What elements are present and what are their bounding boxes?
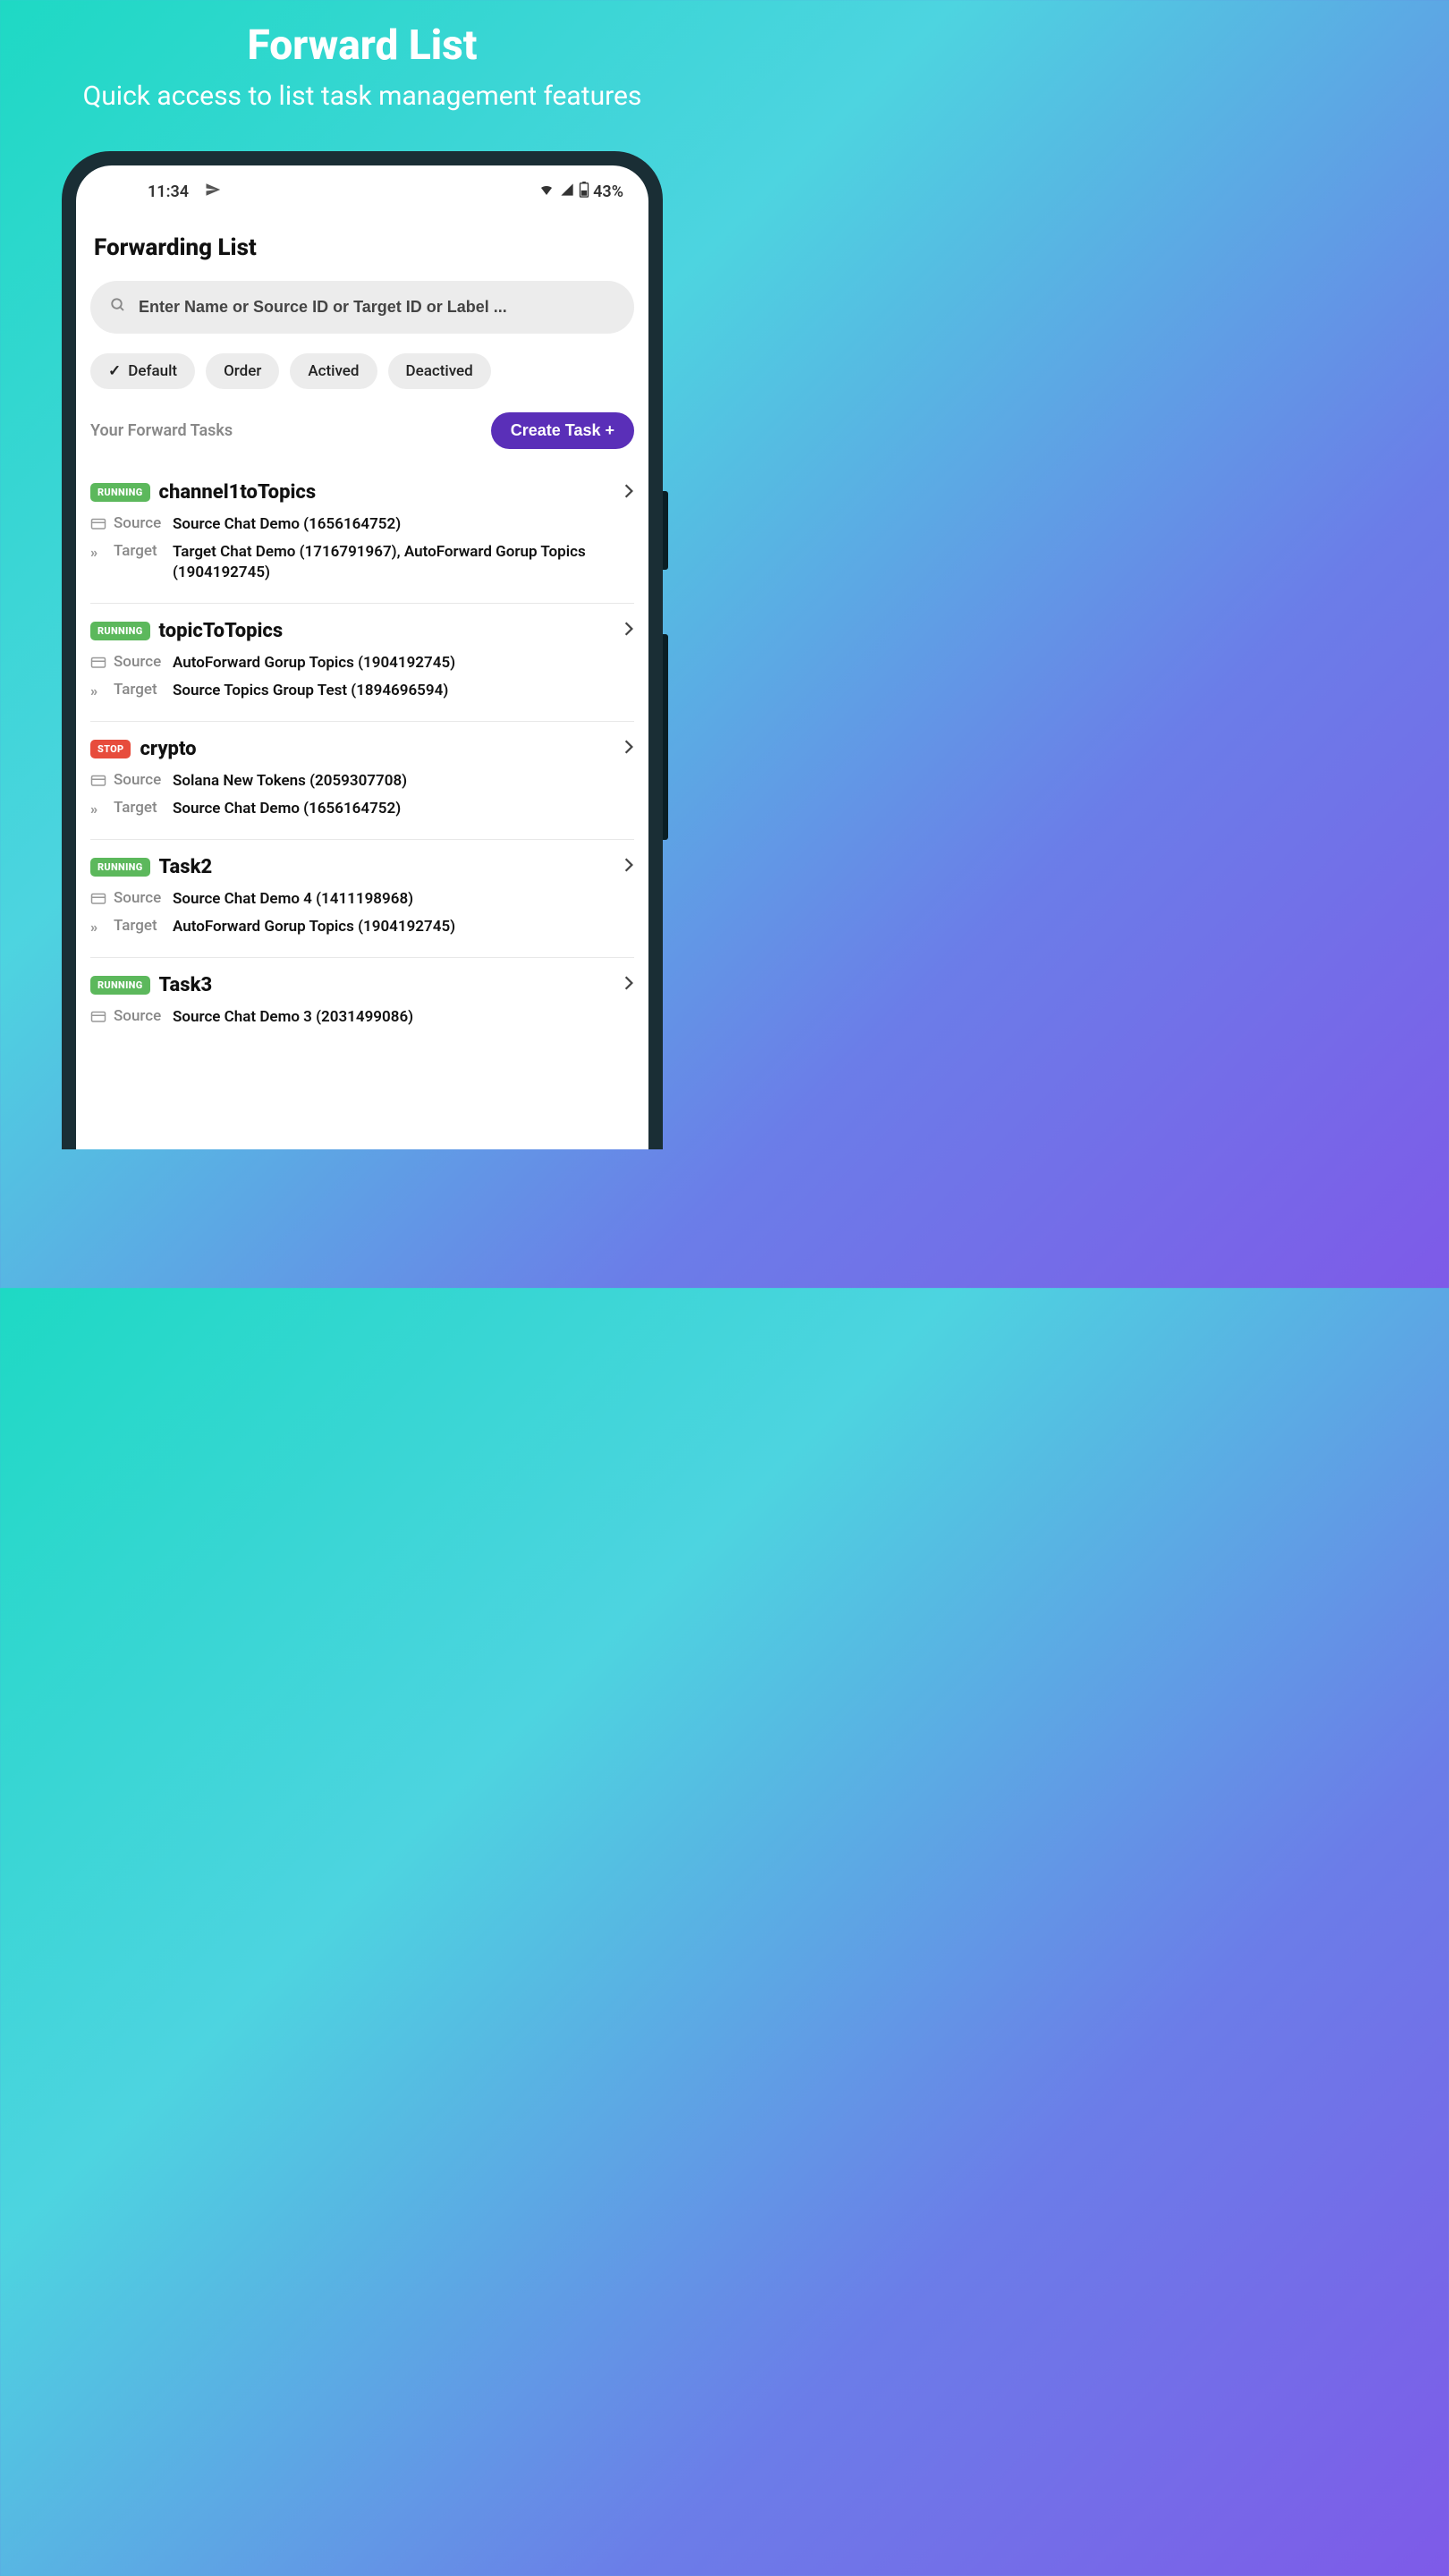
task-name: topicToTopics [159,620,615,642]
search-icon [110,297,126,318]
wifi-icon [538,182,555,201]
source-value: Solana New Tokens (2059307708) [173,771,634,792]
promo-subtitle: Quick access to list task management fea… [0,79,724,114]
target-value: Source Topics Group Test (1894696594) [173,681,634,701]
task-name: crypto [140,738,614,760]
task-item[interactable]: RUNNING topicToTopics Source AutoForward Go… [90,603,634,721]
status-badge: STOP [90,740,131,758]
target-label: Target [114,681,165,699]
check-icon: ✓ [108,362,121,380]
source-value: Source Chat Demo 4 (1411198968) [173,889,634,910]
phone-side-button [663,491,668,570]
folder-icon [90,891,106,910]
arrow-double-right-icon: » [90,682,106,699]
source-label: Source [114,889,165,907]
filter-row: ✓ Default Order Actived Deactived [90,353,634,389]
task-item[interactable]: RUNNING channel1toTopics Source Source Chat… [90,465,634,603]
status-time: 11:34 [148,182,189,201]
chevron-right-icon [623,974,634,996]
task-item[interactable]: RUNNING Task2 Source Source Chat Demo 4 (14… [90,839,634,957]
phone-frame: 11:34 43% Forwarding List [62,151,663,1149]
status-badge: RUNNING [90,622,150,640]
target-value: Target Chat Demo (1716791967), AutoForwa… [173,542,634,583]
task-name: Task3 [159,974,615,996]
phone-side-button [663,634,668,840]
source-value: AutoForward Gorup Topics (1904192745) [173,653,634,674]
status-badge: RUNNING [90,976,150,995]
chevron-right-icon [623,482,634,504]
section-label: Your Forward Tasks [90,421,233,440]
source-value: Source Chat Demo 3 (2031499086) [173,1007,634,1028]
target-label: Target [114,917,165,935]
source-label: Source [114,653,165,671]
arrow-double-right-icon: » [90,544,106,561]
target-label: Target [114,542,165,560]
task-item[interactable]: STOP crypto Source Solana New Tokens (20593… [90,721,634,839]
status-badge: RUNNING [90,483,150,502]
folder-icon [90,516,106,535]
folder-icon [90,773,106,792]
filter-chip-order[interactable]: Order [206,353,279,389]
filter-chip-actived[interactable]: Actived [290,353,377,389]
search-input[interactable] [139,298,614,317]
promo-title: Forward List [0,21,724,70]
folder-icon [90,1009,106,1028]
battery-icon [579,182,589,202]
send-icon [205,182,221,202]
target-value: AutoForward Gorup Topics (1904192745) [173,917,634,937]
target-label: Target [114,799,165,817]
filter-chip-label: Order [224,362,261,380]
source-value: Source Chat Demo (1656164752) [173,514,634,535]
filter-chip-label: Actived [308,362,359,380]
target-value: Source Chat Demo (1656164752) [173,799,634,819]
source-label: Source [114,771,165,789]
filter-chip-default[interactable]: ✓ Default [90,353,195,389]
filter-chip-deactived[interactable]: Deactived [388,353,491,389]
filter-chip-label: Default [128,362,177,380]
filter-chip-label: Deactived [406,362,473,380]
task-name: Task2 [159,856,615,878]
create-task-button[interactable]: Create Task + [491,412,634,449]
search-box[interactable] [90,281,634,334]
status-bar: 11:34 43% [76,165,648,209]
task-item[interactable]: RUNNING Task3 Source Source Chat Demo 3 (20… [90,957,634,1047]
signal-icon [559,182,575,201]
chevron-right-icon [623,738,634,759]
source-label: Source [114,1007,165,1025]
task-name: channel1toTopics [159,481,615,504]
folder-icon [90,655,106,674]
chevron-right-icon [623,620,634,641]
chevron-right-icon [623,856,634,877]
status-badge: RUNNING [90,858,150,877]
page-title: Forwarding List [90,234,634,261]
phone-screen: 11:34 43% Forwarding List [76,165,648,1149]
arrow-double-right-icon: » [90,801,106,818]
status-battery: 43% [593,182,623,201]
source-label: Source [114,514,165,532]
arrow-double-right-icon: » [90,919,106,936]
